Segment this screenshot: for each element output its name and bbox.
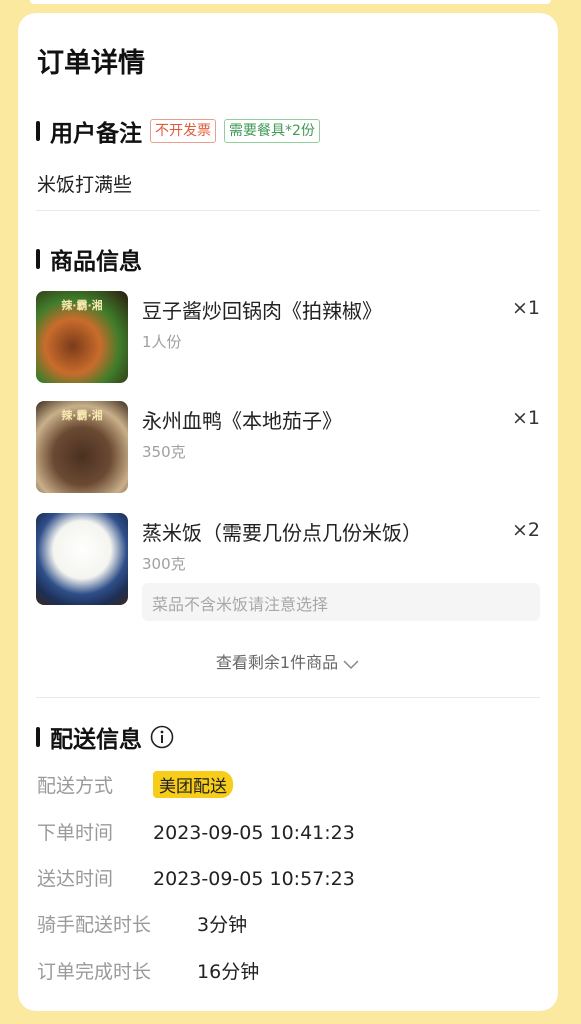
info-icon[interactable]	[150, 725, 174, 749]
view-more-products[interactable]: 查看剩余1件商品	[18, 649, 558, 673]
arrive-time-value: 2023-09-05 10:57:23	[153, 868, 355, 890]
remarks-header: 用户备注 不开发票 需要餐具*2份	[36, 114, 320, 148]
product-item[interactable]: 辣·霸·湘 永州血鸭《本地茄子》 ×1 350克	[36, 401, 540, 496]
delivery-method-label: 配送方式	[37, 775, 114, 797]
order-time-row: 下单时间 2023-09-05 10:41:23	[37, 818, 355, 845]
order-time-value: 2023-09-05 10:41:23	[153, 822, 355, 844]
product-spec: 1人份	[142, 333, 182, 351]
food-image: 辣·霸·湘	[36, 401, 128, 493]
product-quantity: ×1	[511, 297, 540, 319]
arrive-time-label: 送达时间	[37, 868, 114, 890]
no-invoice-tag: 不开发票	[150, 119, 216, 143]
rider-duration-row: 骑手配送时长 3分钟	[37, 910, 247, 937]
delivery-method-row: 配送方式 美团配送	[37, 771, 234, 798]
delivery-title: 配送信息	[50, 727, 142, 753]
chevron-down-icon	[338, 653, 360, 672]
product-quantity: ×2	[511, 519, 540, 541]
section-bar	[36, 727, 40, 747]
view-more-label: 查看剩余1件商品	[215, 653, 339, 672]
product-name: 蒸米饭（需要几份点几份米饭）	[142, 521, 422, 545]
previous-card-edge	[30, 0, 551, 4]
product-item[interactable]: 辣·霸·湘 豆子酱炒回锅肉《拍辣椒》 ×1 1人份	[36, 291, 540, 386]
page-title: 订单详情	[37, 48, 145, 79]
rider-duration-label: 骑手配送时长	[37, 914, 152, 936]
product-item[interactable]: 蒸米饭（需要几份点几份米饭） ×2 300克 菜品不含米饭请注意选择	[36, 513, 540, 621]
divider	[36, 210, 540, 211]
divider	[36, 697, 540, 698]
remark-text: 米饭打满些	[37, 174, 133, 196]
products-header: 商品信息	[36, 242, 142, 276]
product-quantity: ×1	[511, 407, 540, 429]
order-time-label: 下单时间	[37, 822, 114, 844]
delivery-method-badge: 美团配送	[153, 771, 234, 798]
delivery-header: 配送信息	[36, 720, 174, 754]
product-note: 菜品不含米饭请注意选择	[142, 583, 540, 621]
product-spec: 350克	[142, 443, 186, 461]
thumb-logo: 辣·霸·湘	[61, 409, 103, 422]
rider-duration-value: 3分钟	[197, 914, 248, 936]
products-title: 商品信息	[50, 249, 142, 275]
thumb-logo: 辣·霸·湘	[61, 299, 103, 312]
product-spec: 300克	[142, 555, 186, 573]
remarks-title: 用户备注	[50, 121, 142, 147]
tableware-tag: 需要餐具*2份	[224, 119, 320, 143]
order-details-card: 订单详情 用户备注 不开发票 需要餐具*2份 米饭打满些 商品信息 辣·霸·湘 …	[18, 13, 558, 1011]
arrive-time-row: 送达时间 2023-09-05 10:57:23	[37, 864, 355, 891]
product-name: 永州血鸭《本地茄子》	[142, 409, 342, 433]
section-bar	[36, 249, 40, 269]
complete-duration-label: 订单完成时长	[37, 961, 152, 983]
food-image: 辣·霸·湘	[36, 291, 128, 383]
section-bar	[36, 121, 40, 141]
complete-duration-value: 16分钟	[197, 961, 260, 983]
food-image	[36, 513, 128, 605]
product-name: 豆子酱炒回锅肉《拍辣椒》	[142, 299, 382, 323]
complete-duration-row: 订单完成时长 16分钟	[37, 957, 259, 984]
